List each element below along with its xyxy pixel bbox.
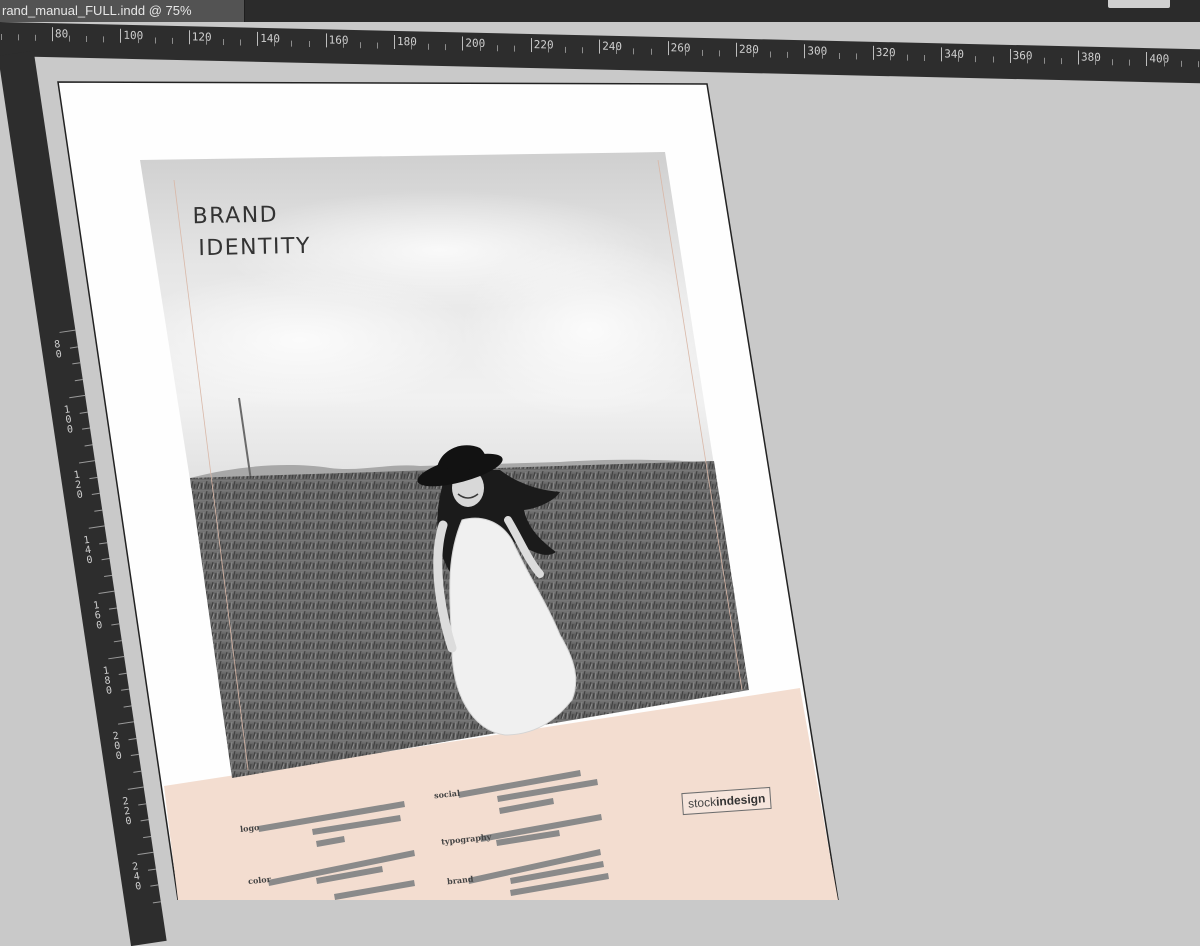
page-title: BRAND IDENTITY bbox=[192, 199, 311, 265]
page-canvas bbox=[57, 81, 839, 900]
ruler-tick bbox=[152, 900, 161, 903]
brand-logo-regular: stock bbox=[687, 794, 717, 811]
brand-logo-bold: indesign bbox=[715, 791, 766, 809]
page-title-line1: BRAND bbox=[192, 202, 279, 230]
document-page[interactable]: BRAND IDENTITY logo social typography co… bbox=[0, 0, 1200, 900]
section-label-logo: logo bbox=[239, 822, 260, 834]
page-title-line2: IDENTITY bbox=[198, 233, 312, 262]
